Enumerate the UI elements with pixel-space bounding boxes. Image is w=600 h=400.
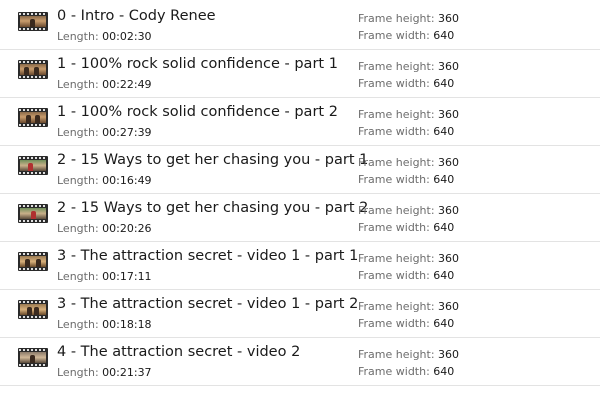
length-line: Length: 00:02:30 [57, 30, 152, 43]
file-title: 4 - The attraction secret - video 2 [57, 344, 301, 360]
length-label: Length: [57, 30, 99, 43]
frame-width-line: Frame width: 640 [358, 269, 454, 282]
length-line: Length: 00:22:49 [57, 78, 152, 91]
frame-width-value: 640 [433, 269, 455, 282]
frame-height-label: Frame height: [358, 204, 435, 217]
frame-width-label: Frame width: [358, 365, 430, 378]
frame-width-label: Frame width: [358, 77, 430, 90]
length-line: Length: 00:17:11 [57, 270, 152, 283]
frame-width-line: Frame width: 640 [358, 317, 454, 330]
frame-height-value: 360 [438, 300, 460, 313]
length-label: Length: [57, 222, 99, 235]
frame-width-value: 640 [433, 29, 455, 42]
video-thumbnail-icon [18, 60, 48, 79]
frame-height-label: Frame height: [358, 12, 435, 25]
length-line: Length: 00:16:49 [57, 174, 152, 187]
frame-height-value: 360 [438, 204, 460, 217]
length-line: Length: 00:21:37 [57, 366, 152, 379]
file-list: 0 - Intro - Cody Renee Length: 00:02:30 … [0, 0, 600, 400]
frame-width-value: 640 [433, 365, 455, 378]
file-title: 2 - 15 Ways to get her chasing you - par… [57, 200, 369, 216]
frame-height-value: 360 [438, 252, 460, 265]
frame-width-line: Frame width: 640 [358, 125, 454, 138]
video-thumbnail-icon [18, 156, 48, 175]
file-row[interactable]: 2 - 15 Ways to get her chasing you - par… [0, 194, 600, 242]
frame-width-line: Frame width: 640 [358, 221, 454, 234]
length-value: 00:16:49 [102, 174, 152, 187]
frame-height-line: Frame height: 360 [358, 300, 459, 313]
frame-height-value: 360 [438, 156, 460, 169]
frame-width-line: Frame width: 640 [358, 29, 454, 42]
file-title: 3 - The attraction secret - video 1 - pa… [57, 248, 359, 264]
frame-width-line: Frame width: 640 [358, 173, 454, 186]
length-line: Length: 00:18:18 [57, 318, 152, 331]
frame-height-line: Frame height: 360 [358, 252, 459, 265]
frame-height-line: Frame height: 360 [358, 204, 459, 217]
length-value: 00:22:49 [102, 78, 152, 91]
frame-height-value: 360 [438, 108, 460, 121]
file-row[interactable]: 0 - Intro - Cody Renee Length: 00:02:30 … [0, 2, 600, 50]
frame-width-line: Frame width: 640 [358, 365, 454, 378]
frame-height-label: Frame height: [358, 252, 435, 265]
frame-height-line: Frame height: 360 [358, 348, 459, 361]
frame-height-line: Frame height: 360 [358, 12, 459, 25]
frame-height-line: Frame height: 360 [358, 108, 459, 121]
video-thumbnail-icon [18, 300, 48, 319]
length-value: 00:21:37 [102, 366, 152, 379]
file-row[interactable]: 1 - 100% rock solid confidence - part 2 … [0, 98, 600, 146]
frame-height-line: Frame height: 360 [358, 60, 459, 73]
file-title: 1 - 100% rock solid confidence - part 2 [57, 104, 338, 120]
length-value: 00:27:39 [102, 126, 152, 139]
frame-width-label: Frame width: [358, 269, 430, 282]
video-thumbnail-icon [18, 252, 48, 271]
file-row[interactable]: 4 - The attraction secret - video 2 Leng… [0, 338, 600, 386]
frame-width-label: Frame width: [358, 29, 430, 42]
file-title: 3 - The attraction secret - video 1 - pa… [57, 296, 359, 312]
frame-width-value: 640 [433, 221, 455, 234]
length-label: Length: [57, 366, 99, 379]
length-value: 00:18:18 [102, 318, 152, 331]
frame-width-label: Frame width: [358, 125, 430, 138]
video-thumbnail-icon [18, 12, 48, 31]
frame-width-value: 640 [433, 317, 455, 330]
frame-height-value: 360 [438, 348, 460, 361]
frame-height-line: Frame height: 360 [358, 156, 459, 169]
frame-width-line: Frame width: 640 [358, 77, 454, 90]
frame-width-label: Frame width: [358, 173, 430, 186]
frame-width-label: Frame width: [358, 221, 430, 234]
video-thumbnail-icon [18, 108, 48, 127]
frame-width-value: 640 [433, 125, 455, 138]
video-thumbnail-icon [18, 348, 48, 367]
length-label: Length: [57, 174, 99, 187]
file-row[interactable]: 3 - The attraction secret - video 1 - pa… [0, 290, 600, 338]
length-label: Length: [57, 318, 99, 331]
frame-height-value: 360 [438, 60, 460, 73]
length-line: Length: 00:27:39 [57, 126, 152, 139]
length-label: Length: [57, 270, 99, 283]
length-line: Length: 00:20:26 [57, 222, 152, 235]
frame-width-label: Frame width: [358, 317, 430, 330]
frame-height-label: Frame height: [358, 348, 435, 361]
file-row[interactable]: 3 - The attraction secret - video 1 - pa… [0, 242, 600, 290]
length-label: Length: [57, 78, 99, 91]
file-row[interactable]: 2 - 15 Ways to get her chasing you - par… [0, 146, 600, 194]
frame-width-value: 640 [433, 77, 455, 90]
video-thumbnail-icon [18, 204, 48, 223]
file-title: 0 - Intro - Cody Renee [57, 8, 216, 24]
frame-height-label: Frame height: [358, 300, 435, 313]
file-row[interactable]: 1 - 100% rock solid confidence - part 1 … [0, 50, 600, 98]
frame-height-value: 360 [438, 12, 460, 25]
frame-width-value: 640 [433, 173, 455, 186]
length-value: 00:20:26 [102, 222, 152, 235]
length-value: 00:02:30 [102, 30, 152, 43]
frame-height-label: Frame height: [358, 60, 435, 73]
frame-height-label: Frame height: [358, 156, 435, 169]
length-value: 00:17:11 [102, 270, 152, 283]
file-title: 1 - 100% rock solid confidence - part 1 [57, 56, 338, 72]
frame-height-label: Frame height: [358, 108, 435, 121]
file-title: 2 - 15 Ways to get her chasing you - par… [57, 152, 369, 168]
length-label: Length: [57, 126, 99, 139]
